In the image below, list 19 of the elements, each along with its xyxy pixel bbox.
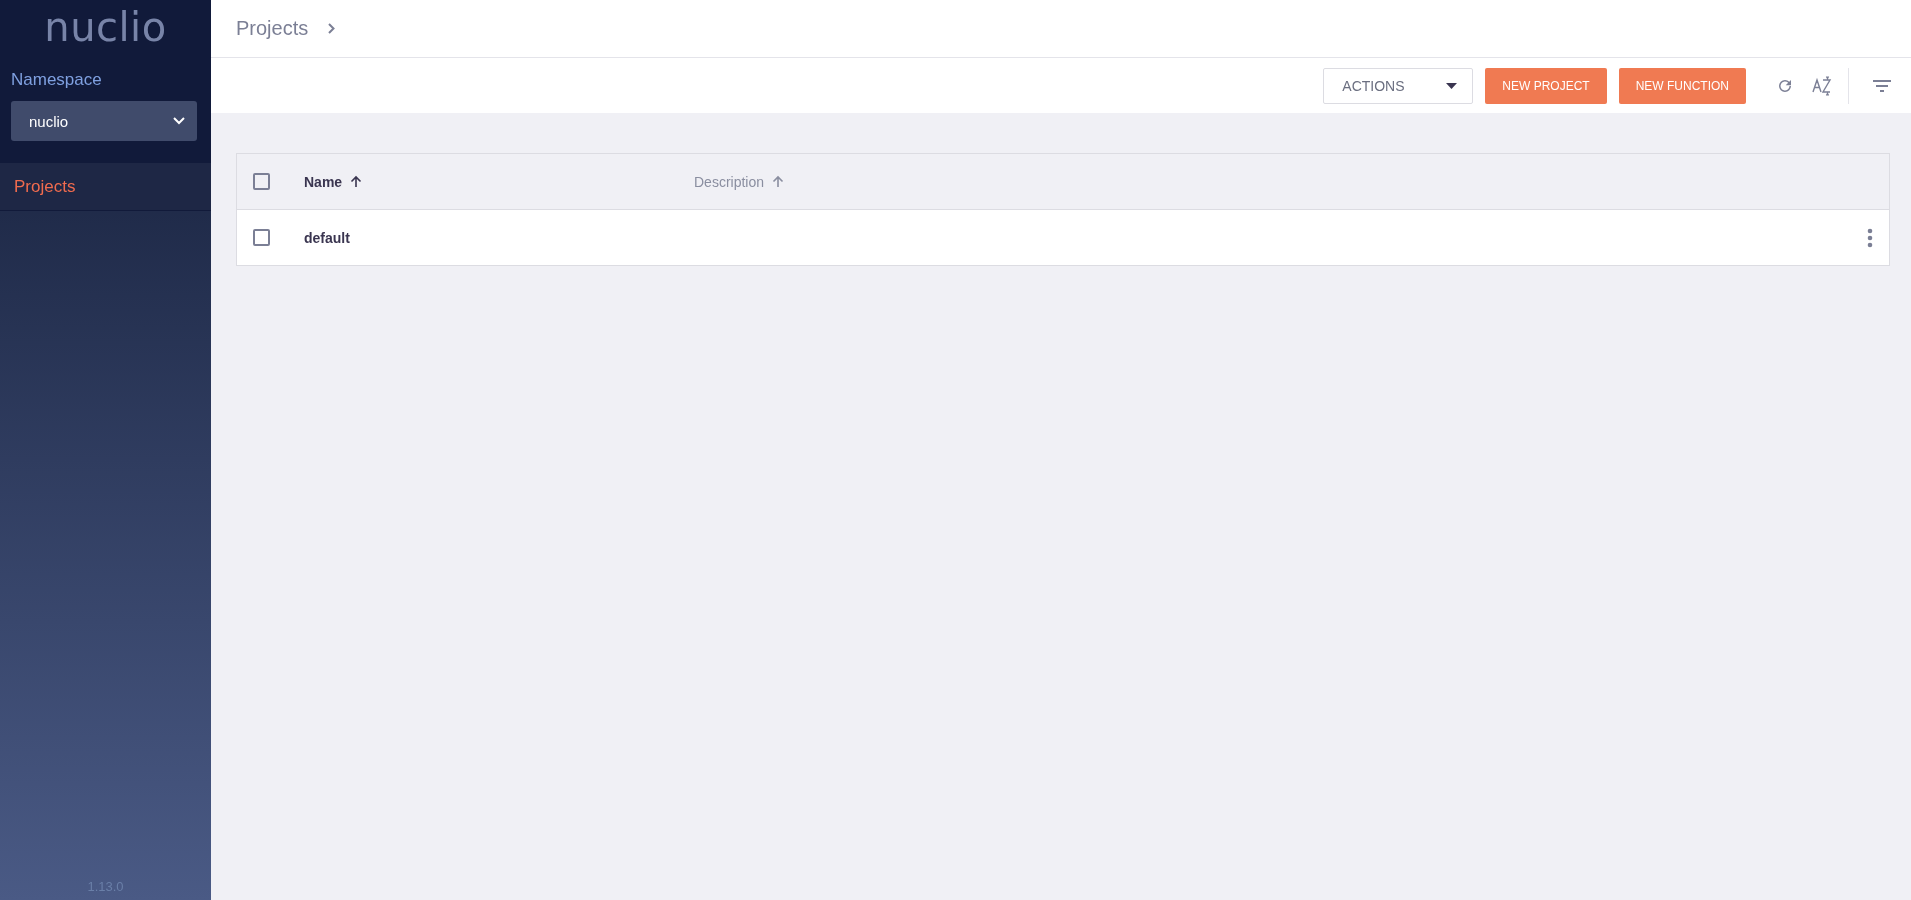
- caret-icon: [1446, 82, 1458, 89]
- checkbox[interactable]: [253, 229, 270, 246]
- actions-dropdown[interactable]: ACTIONS: [1323, 67, 1474, 104]
- column-header[interactable]: Name: [304, 173, 343, 190]
- logo: nuclio: [43, 3, 168, 52]
- chevron-right-icon: [328, 23, 336, 34]
- filter-icon[interactable]: [1873, 79, 1891, 92]
- more-icon[interactable]: [1867, 227, 1873, 248]
- new-project-button[interactable]: NEW PROJECT: [1485, 67, 1607, 104]
- table-cell-text: default: [304, 229, 351, 246]
- new-function-button[interactable]: NEW FUNCTION: [1618, 67, 1746, 104]
- checkbox[interactable]: [253, 173, 270, 190]
- namespace-select[interactable]: nuclio: [11, 101, 197, 141]
- namespace-label: Namespace: [11, 70, 103, 90]
- chevron-down-icon: [173, 117, 185, 125]
- breadcrumb[interactable]: Projects: [236, 17, 309, 40]
- sort-icon[interactable]: [1812, 74, 1832, 97]
- sort-arrow-icon[interactable]: [350, 175, 363, 188]
- column-header[interactable]: Description: [694, 173, 765, 190]
